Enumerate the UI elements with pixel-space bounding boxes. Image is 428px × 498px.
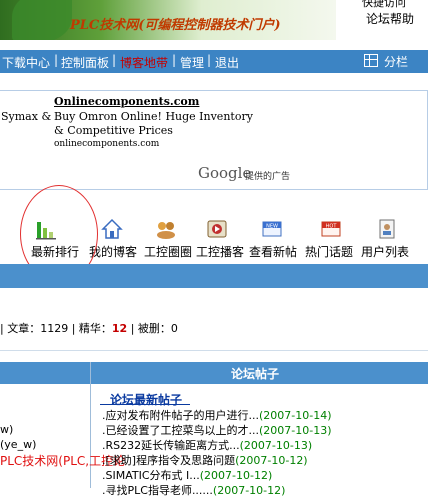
column-divider bbox=[90, 362, 91, 488]
forum-posts-header-label: 论坛帖子 bbox=[231, 367, 280, 381]
home-icon[interactable] bbox=[101, 218, 123, 240]
ads-by-google-label[interactable]: 提供的广告 bbox=[245, 169, 290, 182]
post-item[interactable]: .应对发布附件帖子的用户进行...(2007-10-14) bbox=[102, 407, 332, 423]
tab-user-list[interactable]: 用户列表 bbox=[361, 243, 409, 260]
ad-title-link[interactable]: Onlinecomponents.com bbox=[54, 95, 199, 108]
hot-badge-icon[interactable]: HOT bbox=[320, 218, 342, 240]
post-title[interactable]: .SIMATIC分布式 I... bbox=[102, 469, 200, 482]
deleted-label: | 被删： bbox=[130, 322, 171, 335]
main-nav-bar: 下载中心 | 控制面板 | 博客地带 | 管理 | 退出 分栏 bbox=[0, 50, 428, 73]
elite-label: | 精华： bbox=[71, 322, 112, 335]
post-item[interactable]: .[求助]程序指令及思路问题(2007-10-12) bbox=[102, 452, 308, 468]
post-item[interactable]: .已经设置了工控菜鸟以上的才...(2007-10-13) bbox=[102, 422, 332, 438]
blog-stats: | 文章：1129 | 精华：12 | 被删：0 bbox=[0, 320, 178, 336]
nav-control-panel[interactable]: 控制面板 bbox=[61, 54, 109, 71]
nav-download-center[interactable]: 下载中心 bbox=[2, 54, 50, 71]
post-title[interactable]: .应对发布附件帖子的用户进行... bbox=[102, 409, 259, 422]
post-title[interactable]: .[求助]程序指令及思路问题 bbox=[102, 454, 235, 467]
banner-title: PLC技术网(可编程控制器技术门户) bbox=[70, 18, 281, 33]
forum-help-link[interactable]: 论坛帮助 bbox=[366, 10, 414, 27]
columns-icon bbox=[363, 54, 378, 67]
forum-posts-header: 论坛帖子 bbox=[91, 362, 428, 384]
tab-new-posts[interactable]: 查看新帖 bbox=[249, 243, 297, 260]
tab-hot-topics[interactable]: 热门话题 bbox=[305, 243, 353, 260]
articles-count: 1129 bbox=[40, 322, 69, 335]
left-list-item[interactable]: (ye_w) bbox=[0, 438, 36, 451]
post-date: (2007-10-14) bbox=[259, 409, 332, 422]
deleted-count: 0 bbox=[170, 322, 178, 335]
articles-label: | 文章： bbox=[0, 322, 41, 335]
tab-control-circle[interactable]: 工控圈圈 bbox=[144, 243, 192, 260]
left-list-item[interactable]: w) bbox=[0, 423, 13, 436]
new-badge-icon[interactable]: NEW bbox=[261, 218, 283, 240]
left-column-header bbox=[0, 362, 90, 384]
post-date: (2007-10-12) bbox=[235, 454, 308, 467]
latest-posts-underline bbox=[100, 404, 190, 405]
svg-text:NEW: NEW bbox=[266, 224, 278, 230]
latest-posts-title: 论坛最新帖子 bbox=[110, 393, 183, 407]
nav-separator: | bbox=[172, 53, 177, 67]
post-title[interactable]: .寻找PLC指导老师...... bbox=[102, 484, 213, 497]
post-date: (2007-10-12) bbox=[212, 484, 286, 497]
post-date: (2007-10-12) bbox=[199, 469, 273, 482]
post-item[interactable]: .寻找PLC指导老师......(2007-10-12) bbox=[102, 482, 285, 498]
nav-blog-zone[interactable]: 博客地带 bbox=[120, 54, 168, 71]
ad-url[interactable]: onlinecomponents.com bbox=[54, 139, 159, 149]
column-toggle-button[interactable]: 分栏 bbox=[363, 53, 408, 70]
media-player-icon[interactable] bbox=[206, 218, 228, 240]
divider bbox=[0, 350, 428, 351]
nav-separator: | bbox=[207, 53, 212, 67]
elite-count: 12 bbox=[111, 322, 128, 335]
tab-control-podcast[interactable]: 工控播客 bbox=[196, 243, 244, 260]
nav-logout[interactable]: 退出 bbox=[215, 54, 239, 71]
post-title[interactable]: .已经设置了工控菜鸟以上的才... bbox=[102, 424, 259, 437]
svg-text:HOT: HOT bbox=[326, 224, 338, 230]
ad-left-text[interactable]: Symax & bbox=[1, 110, 51, 123]
google-logo[interactable]: Google bbox=[198, 164, 251, 182]
post-item[interactable]: .SIMATIC分布式 I...(2007-10-12) bbox=[102, 467, 272, 483]
post-title[interactable]: .RS232延长传输距离方式... bbox=[102, 439, 240, 452]
post-date: (2007-10-13) bbox=[259, 424, 332, 437]
nav-separator: | bbox=[112, 53, 117, 67]
nav-admin[interactable]: 管理 bbox=[180, 54, 204, 71]
quick-access-link[interactable]: 快捷访问 bbox=[362, 0, 406, 10]
nav-separator: | bbox=[54, 53, 59, 67]
ad-body[interactable]: Buy Omron Online! Huge Inventory & Compe… bbox=[54, 110, 254, 138]
user-list-icon[interactable] bbox=[376, 218, 398, 240]
leaf-graphic bbox=[12, 0, 72, 40]
post-item[interactable]: .RS232延长传输距离方式...(2007-10-13) bbox=[102, 437, 312, 453]
site-banner: PLC技术网(可编程控制器技术门户) bbox=[0, 0, 336, 40]
post-date: (2007-10-13) bbox=[239, 439, 313, 452]
blog-section-header bbox=[0, 264, 428, 288]
users-group-icon[interactable] bbox=[155, 218, 177, 240]
column-toggle-label: 分栏 bbox=[383, 55, 408, 69]
